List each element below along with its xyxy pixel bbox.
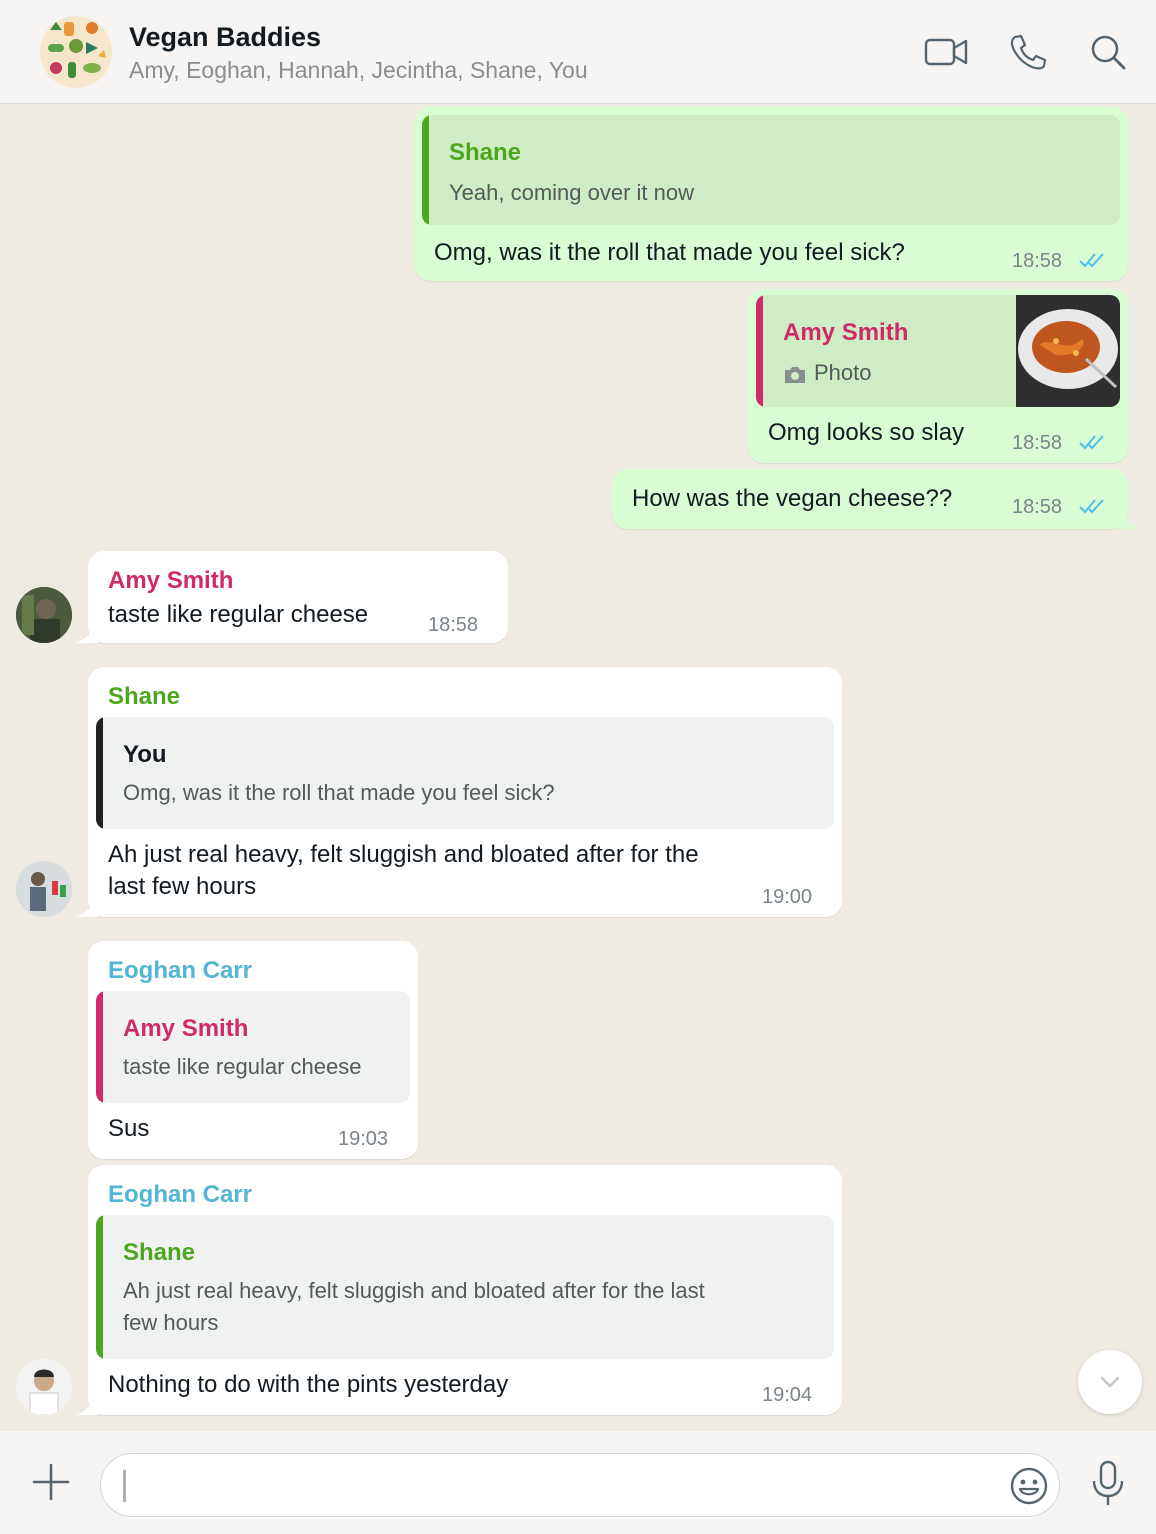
group-members: Amy, Eoghan, Hannah, Jecintha, Shane, Yo… [129, 57, 588, 83]
quote-text: Omg, was it the roll that made you feel … [123, 780, 555, 805]
text-caret [123, 1470, 126, 1502]
composer-bar [0, 1431, 1156, 1534]
read-ticks-icon [1078, 247, 1108, 268]
message-bubble[interactable]: Shane Yeah, coming over it now Omg, was … [414, 107, 1128, 281]
photo-thumbnail[interactable] [1016, 295, 1120, 407]
bubble-tail [76, 623, 98, 643]
message-text: Omg looks so slay [768, 419, 965, 446]
emoji-icon[interactable] [1009, 1466, 1049, 1506]
message-bubble[interactable]: Amy Smith taste like regular cheese 18:5… [88, 551, 508, 643]
message-input[interactable] [100, 1453, 1060, 1517]
message-list[interactable]: Shane Yeah, coming over it now Omg, was … [0, 105, 1156, 1431]
message-bubble[interactable]: Eoghan Carr Amy Smith taste like regular… [88, 941, 418, 1159]
quote-text-line: Ah just real heavy, felt sluggish and bl… [123, 1278, 705, 1303]
message-time: 18:58 [1012, 496, 1063, 518]
quoted-message[interactable]: You Omg, was it the roll that made you f… [96, 717, 834, 829]
bubble-tail [76, 1395, 98, 1415]
quoted-message[interactable]: Shane Ah just real heavy, felt sluggish … [96, 1215, 834, 1359]
quote-text: Yeah, coming over it now [449, 180, 694, 205]
quote-sender-name: Shane [449, 139, 522, 166]
sender-name[interactable]: Shane [108, 681, 180, 713]
camera-icon [783, 363, 807, 385]
quote-bar [422, 115, 429, 225]
quote-text: Photo [814, 360, 872, 385]
message-bubble[interactable]: Amy Smith Photo Omg looks so slay 18:58 [748, 289, 1128, 463]
attach-plus-icon[interactable] [28, 1459, 74, 1505]
quote-bar [756, 295, 763, 407]
quote-bar [96, 717, 103, 829]
message-text: Sus [108, 1115, 150, 1142]
quoted-message[interactable]: Amy Smith Photo [756, 295, 1120, 407]
message-text: Omg, was it the roll that made you feel … [434, 239, 905, 266]
read-ticks-icon [1078, 493, 1108, 514]
quote-sender-name: Amy Smith [123, 1015, 249, 1042]
message-bubble[interactable]: How was the vegan cheese?? 18:58 [612, 469, 1128, 529]
message-text-line: Ah just real heavy, felt sluggish and bl… [108, 841, 699, 868]
message-time: 18:58 [428, 614, 479, 636]
microphone-icon[interactable] [1088, 1459, 1128, 1509]
quote-sender-name: Amy Smith [783, 319, 909, 346]
bubble-tail [76, 897, 98, 917]
message-text: taste like regular cheese [108, 601, 369, 628]
sender-name[interactable]: Eoghan Carr [108, 955, 252, 987]
chevron-down-icon [1100, 1376, 1120, 1388]
avatar[interactable] [16, 861, 72, 917]
quote-sender-name: You [123, 741, 167, 768]
avatar[interactable] [16, 1359, 72, 1415]
message-bubble[interactable]: Shane You Omg, was it the roll that made… [88, 667, 842, 917]
message-time: 19:00 [762, 886, 813, 908]
sender-name[interactable]: Eoghan Carr [108, 1179, 252, 1211]
message-text: How was the vegan cheese?? [632, 485, 953, 512]
quoted-message[interactable]: Amy Smith taste like regular cheese [96, 991, 410, 1103]
message-text: Nothing to do with the pints yesterday [108, 1371, 509, 1398]
chat-header[interactable]: Vegan Baddies Amy, Eoghan, Hannah, Jecin… [0, 0, 1156, 104]
group-avatar[interactable] [40, 16, 112, 88]
video-call-icon[interactable] [924, 32, 968, 72]
scroll-to-bottom-button[interactable] [1078, 1350, 1142, 1414]
message-bubble[interactable]: Eoghan Carr Shane Ah just real heavy, fe… [88, 1165, 842, 1415]
avatar[interactable] [16, 587, 72, 643]
sender-name[interactable]: Amy Smith [108, 565, 233, 597]
quote-bar [96, 991, 103, 1103]
quote-text: taste like regular cheese [123, 1054, 362, 1079]
message-time: 18:58 [1012, 250, 1063, 272]
read-ticks-icon [1078, 429, 1108, 450]
quote-text-line: few hours [123, 1310, 219, 1335]
message-time: 18:58 [1012, 432, 1063, 454]
phone-call-icon[interactable] [1006, 32, 1050, 72]
message-time: 19:04 [762, 1384, 813, 1406]
message-time: 19:03 [338, 1128, 389, 1150]
quote-sender-name: Shane [123, 1239, 196, 1266]
bubble-tail [1118, 509, 1140, 529]
quote-bar [96, 1215, 103, 1359]
quoted-message[interactable]: Shane Yeah, coming over it now [422, 115, 1120, 225]
message-text-line: last few hours [108, 873, 257, 900]
group-title: Vegan Baddies [129, 22, 322, 52]
search-icon[interactable] [1086, 32, 1130, 72]
